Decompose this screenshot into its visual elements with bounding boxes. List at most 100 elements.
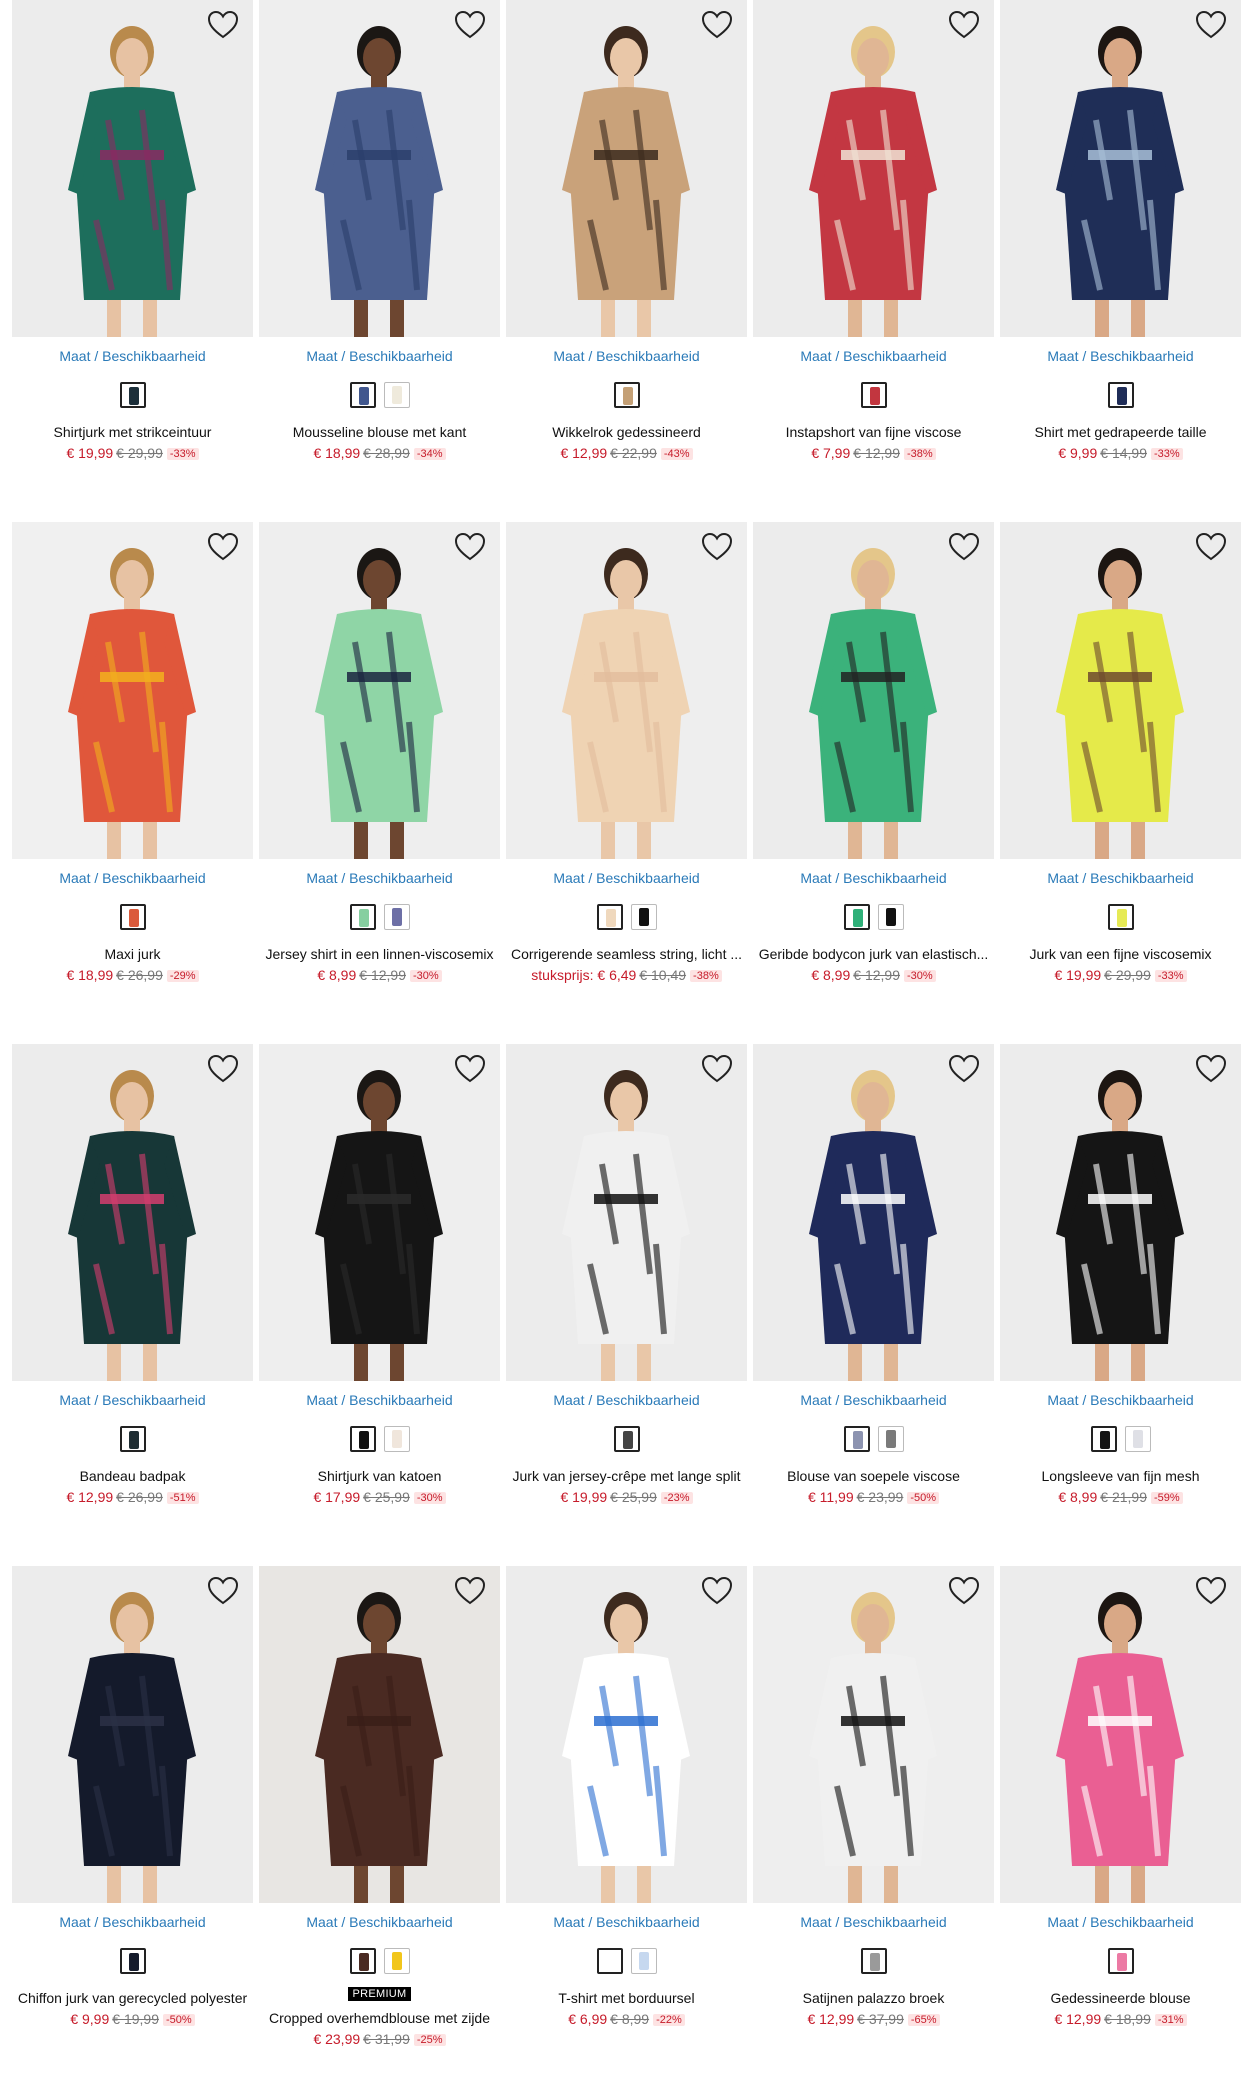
color-swatch[interactable] xyxy=(843,1426,870,1452)
wishlist-heart-icon[interactable] xyxy=(948,1576,980,1606)
wishlist-heart-icon[interactable] xyxy=(207,10,239,40)
size-availability-link[interactable]: Maat / Beschikbaarheid xyxy=(1000,348,1241,364)
color-swatch[interactable] xyxy=(596,904,623,930)
size-availability-link[interactable]: Maat / Beschikbaarheid xyxy=(259,870,500,886)
product-name[interactable]: T-shirt met borduursel xyxy=(500,1990,753,2006)
product-name[interactable]: Geribde bodycon jurk van elastisch... xyxy=(747,946,1000,962)
product-image[interactable] xyxy=(753,1044,994,1381)
color-swatch[interactable] xyxy=(630,1948,657,1974)
wishlist-heart-icon[interactable] xyxy=(701,10,733,40)
color-swatch[interactable] xyxy=(349,1948,376,1974)
color-swatch[interactable] xyxy=(630,904,657,930)
wishlist-heart-icon[interactable] xyxy=(454,532,486,562)
color-swatch[interactable] xyxy=(349,904,376,930)
product-image[interactable] xyxy=(506,0,747,337)
color-swatch[interactable] xyxy=(1124,1426,1151,1452)
product-image[interactable] xyxy=(259,1566,500,1903)
size-availability-link[interactable]: Maat / Beschikbaarheid xyxy=(753,348,994,364)
wishlist-heart-icon[interactable] xyxy=(1195,1576,1227,1606)
color-swatch[interactable] xyxy=(1107,382,1134,408)
color-swatch[interactable] xyxy=(613,1426,640,1452)
size-availability-link[interactable]: Maat / Beschikbaarheid xyxy=(259,1392,500,1408)
color-swatch[interactable] xyxy=(383,1948,410,1974)
product-image[interactable] xyxy=(259,522,500,859)
color-swatch[interactable] xyxy=(119,1948,146,1974)
wishlist-heart-icon[interactable] xyxy=(454,1576,486,1606)
size-availability-link[interactable]: Maat / Beschikbaarheid xyxy=(1000,870,1241,886)
product-name[interactable]: Corrigerende seamless string, licht ... xyxy=(500,946,753,962)
wishlist-heart-icon[interactable] xyxy=(701,1054,733,1084)
color-swatch[interactable] xyxy=(877,1426,904,1452)
wishlist-heart-icon[interactable] xyxy=(701,1576,733,1606)
color-swatch[interactable] xyxy=(349,1426,376,1452)
product-name[interactable]: Chiffon jurk van gerecycled polyester xyxy=(6,1990,259,2006)
size-availability-link[interactable]: Maat / Beschikbaarheid xyxy=(12,1392,253,1408)
wishlist-heart-icon[interactable] xyxy=(454,10,486,40)
wishlist-heart-icon[interactable] xyxy=(207,532,239,562)
product-name[interactable]: Jersey shirt in een linnen-viscosemix xyxy=(253,946,506,962)
product-name[interactable]: Shirt met gedrapeerde taille xyxy=(994,424,1247,440)
wishlist-heart-icon[interactable] xyxy=(948,1054,980,1084)
product-name[interactable]: Jurk van jersey-crêpe met lange split xyxy=(500,1468,753,1484)
product-image[interactable] xyxy=(506,1044,747,1381)
size-availability-link[interactable]: Maat / Beschikbaarheid xyxy=(12,1914,253,1930)
product-image[interactable] xyxy=(1000,0,1241,337)
color-swatch[interactable] xyxy=(119,1426,146,1452)
color-swatch[interactable] xyxy=(1107,904,1134,930)
color-swatch[interactable] xyxy=(860,1948,887,1974)
product-image[interactable] xyxy=(12,1566,253,1903)
product-image[interactable] xyxy=(259,0,500,337)
product-image[interactable] xyxy=(753,1566,994,1903)
color-swatch[interactable] xyxy=(1090,1426,1117,1452)
wishlist-heart-icon[interactable] xyxy=(207,1576,239,1606)
color-swatch[interactable] xyxy=(877,904,904,930)
product-name[interactable]: Wikkelrok gedessineerd xyxy=(500,424,753,440)
size-availability-link[interactable]: Maat / Beschikbaarheid xyxy=(259,1914,500,1930)
product-name[interactable]: Satijnen palazzo broek xyxy=(747,1990,1000,2006)
color-swatch[interactable] xyxy=(843,904,870,930)
size-availability-link[interactable]: Maat / Beschikbaarheid xyxy=(12,870,253,886)
product-image[interactable] xyxy=(12,522,253,859)
color-swatch[interactable] xyxy=(596,1948,623,1974)
product-name[interactable]: Blouse van soepele viscose xyxy=(747,1468,1000,1484)
size-availability-link[interactable]: Maat / Beschikbaarheid xyxy=(753,1392,994,1408)
color-swatch[interactable] xyxy=(383,904,410,930)
product-name[interactable]: Mousseline blouse met kant xyxy=(253,424,506,440)
wishlist-heart-icon[interactable] xyxy=(701,532,733,562)
wishlist-heart-icon[interactable] xyxy=(207,1054,239,1084)
product-image[interactable] xyxy=(1000,1044,1241,1381)
wishlist-heart-icon[interactable] xyxy=(948,532,980,562)
product-name[interactable]: Maxi jurk xyxy=(6,946,259,962)
color-swatch[interactable] xyxy=(613,382,640,408)
product-image[interactable] xyxy=(12,1044,253,1381)
size-availability-link[interactable]: Maat / Beschikbaarheid xyxy=(1000,1914,1241,1930)
product-image[interactable] xyxy=(259,1044,500,1381)
color-swatch[interactable] xyxy=(383,382,410,408)
wishlist-heart-icon[interactable] xyxy=(948,10,980,40)
product-name[interactable]: Shirtjurk met strikceintuur xyxy=(6,424,259,440)
color-swatch[interactable] xyxy=(119,904,146,930)
wishlist-heart-icon[interactable] xyxy=(1195,10,1227,40)
color-swatch[interactable] xyxy=(383,1426,410,1452)
product-name[interactable]: Jurk van een fijne viscosemix xyxy=(994,946,1247,962)
size-availability-link[interactable]: Maat / Beschikbaarheid xyxy=(506,1392,747,1408)
size-availability-link[interactable]: Maat / Beschikbaarheid xyxy=(1000,1392,1241,1408)
size-availability-link[interactable]: Maat / Beschikbaarheid xyxy=(12,348,253,364)
size-availability-link[interactable]: Maat / Beschikbaarheid xyxy=(259,348,500,364)
product-image[interactable] xyxy=(12,0,253,337)
color-swatch[interactable] xyxy=(349,382,376,408)
wishlist-heart-icon[interactable] xyxy=(454,1054,486,1084)
color-swatch[interactable] xyxy=(1107,1948,1134,1974)
product-name[interactable]: Longsleeve van fijn mesh xyxy=(994,1468,1247,1484)
color-swatch[interactable] xyxy=(860,382,887,408)
product-name[interactable]: Shirtjurk van katoen xyxy=(253,1468,506,1484)
product-image[interactable] xyxy=(506,522,747,859)
product-name[interactable]: Gedessineerde blouse xyxy=(994,1990,1247,2006)
wishlist-heart-icon[interactable] xyxy=(1195,1054,1227,1084)
wishlist-heart-icon[interactable] xyxy=(1195,532,1227,562)
product-image[interactable] xyxy=(753,522,994,859)
color-swatch[interactable] xyxy=(119,382,146,408)
size-availability-link[interactable]: Maat / Beschikbaarheid xyxy=(506,348,747,364)
size-availability-link[interactable]: Maat / Beschikbaarheid xyxy=(753,870,994,886)
product-name[interactable]: Bandeau badpak xyxy=(6,1468,259,1484)
